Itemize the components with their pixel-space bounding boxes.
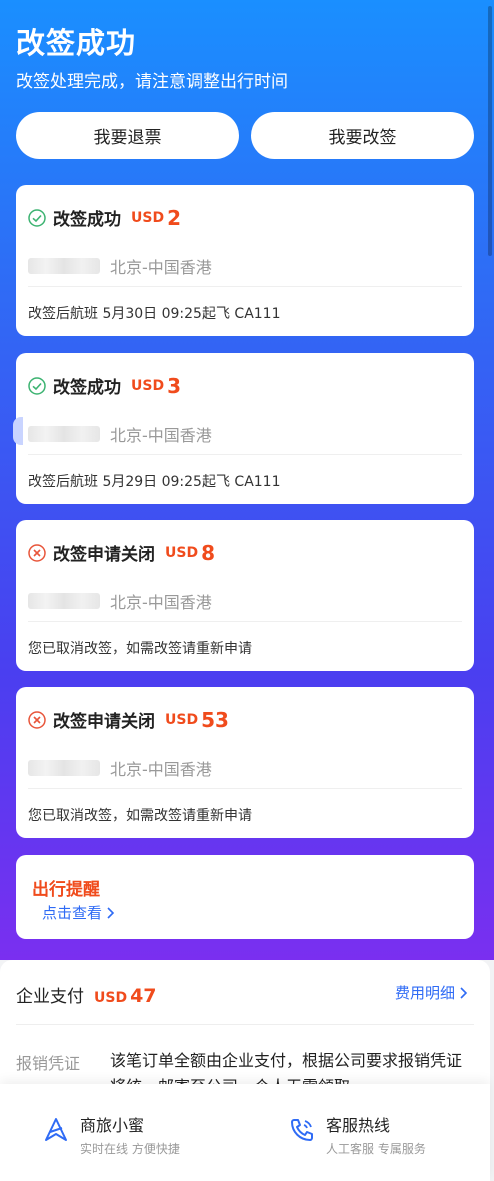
amount: 53: [201, 707, 229, 732]
assistant-subtitle: 实时在线 方便快捷: [80, 1142, 180, 1156]
reminder-title: 出行提醒: [32, 880, 100, 900]
check-circle-icon: [28, 208, 46, 227]
status-label: 改签申请关闭: [53, 545, 155, 565]
divider: [16, 1024, 474, 1025]
phone-icon: [291, 1119, 313, 1141]
fee-detail-label: 费用明细: [394, 984, 455, 1002]
page-title: 改签成功: [16, 26, 137, 60]
passenger-name-blurred: [28, 593, 100, 609]
refund-button[interactable]: 我要退票: [16, 112, 239, 159]
flight-note: 改签后航班 5月30日 09:25起飞 CA111: [28, 306, 281, 322]
side-tab-handle[interactable]: [13, 417, 23, 445]
divider: [28, 286, 462, 287]
divider: [28, 621, 462, 622]
change-record-card[interactable]: 改签申请关闭 USD 53 北京-中国香港 您已取消改签，如需改签请重新申请: [16, 687, 474, 838]
assistant-title: 商旅小蜜: [80, 1116, 145, 1135]
bottom-service-bar: 商旅小蜜 实时在线 方便快捷 客服热线 人工客服 专属服务: [0, 1084, 490, 1181]
change-record-card[interactable]: 改签申请关闭 USD 8 北京-中国香港 您已取消改签，如需改签请重新申请: [16, 520, 474, 671]
scrollbar[interactable]: [488, 6, 492, 256]
plane-icon: [45, 1118, 67, 1141]
passenger-name-blurred: [28, 258, 100, 274]
amount: 8: [201, 540, 215, 565]
currency-label: USD: [131, 209, 165, 226]
close-circle-icon: [28, 543, 46, 562]
voucher-label: 报销凭证: [16, 1054, 81, 1073]
divider: [28, 788, 462, 789]
check-circle-icon: [28, 376, 46, 395]
amount: 2: [167, 205, 181, 230]
page-subtitle: 改签处理完成，请注意调整出行时间: [16, 72, 288, 92]
chevron-right-icon: [107, 906, 115, 919]
change-record-card[interactable]: 改签成功 USD 2 北京-中国香港 改签后航班 5月30日 09:25起飞 C…: [16, 185, 474, 336]
passenger-name-blurred: [28, 760, 100, 776]
payment-header: 企业支付 USD 47: [16, 982, 157, 1007]
cancel-note: 您已取消改签，如需改签请重新申请: [28, 641, 252, 657]
fee-detail-link[interactable]: 费用明细: [395, 982, 470, 1003]
route-text: 北京-中国香港: [110, 426, 212, 445]
change-ticket-button[interactable]: 我要改签: [251, 112, 474, 159]
currency-label: USD: [165, 544, 199, 561]
status-label: 改签成功: [53, 210, 121, 230]
cancel-note: 您已取消改签，如需改签请重新申请: [28, 808, 252, 824]
hotline-title: 客服热线: [326, 1116, 391, 1135]
route-text: 北京-中国香港: [110, 760, 212, 779]
status-label: 改签成功: [53, 378, 121, 398]
payment-amount: 47: [130, 985, 157, 1007]
travel-reminder-card[interactable]: 出行提醒 点击查看: [16, 855, 474, 939]
passenger-name-blurred: [28, 426, 100, 442]
customer-hotline-button[interactable]: 客服热线 人工客服 专属服务: [288, 1112, 426, 1157]
currency-label: USD: [94, 990, 128, 1006]
status-label: 改签申请关闭: [53, 712, 155, 732]
payment-title: 企业支付: [16, 987, 84, 1007]
route-text: 北京-中国香港: [110, 593, 212, 612]
divider: [28, 454, 462, 455]
flight-note: 改签后航班 5月29日 09:25起飞 CA111: [28, 474, 281, 490]
close-circle-icon: [28, 710, 46, 729]
change-record-card[interactable]: 改签成功 USD 3 北京-中国香港 改签后航班 5月29日 09:25起飞 C…: [16, 353, 474, 504]
view-reminder-link[interactable]: 点击查看: [42, 902, 117, 923]
travel-assistant-button[interactable]: 商旅小蜜 实时在线 方便快捷: [42, 1112, 180, 1157]
amount: 3: [167, 373, 181, 398]
voucher-text: 该笔订单全额由企业支付，根据公司要求报销凭证将统一邮寄至公司，个人无需领取: [110, 1051, 463, 1088]
chevron-right-icon: [460, 986, 468, 999]
route-text: 北京-中国香港: [110, 258, 212, 277]
currency-label: USD: [165, 711, 199, 728]
hotline-subtitle: 人工客服 专属服务: [326, 1142, 426, 1156]
view-reminder-label: 点击查看: [42, 904, 103, 922]
currency-label: USD: [131, 377, 165, 394]
